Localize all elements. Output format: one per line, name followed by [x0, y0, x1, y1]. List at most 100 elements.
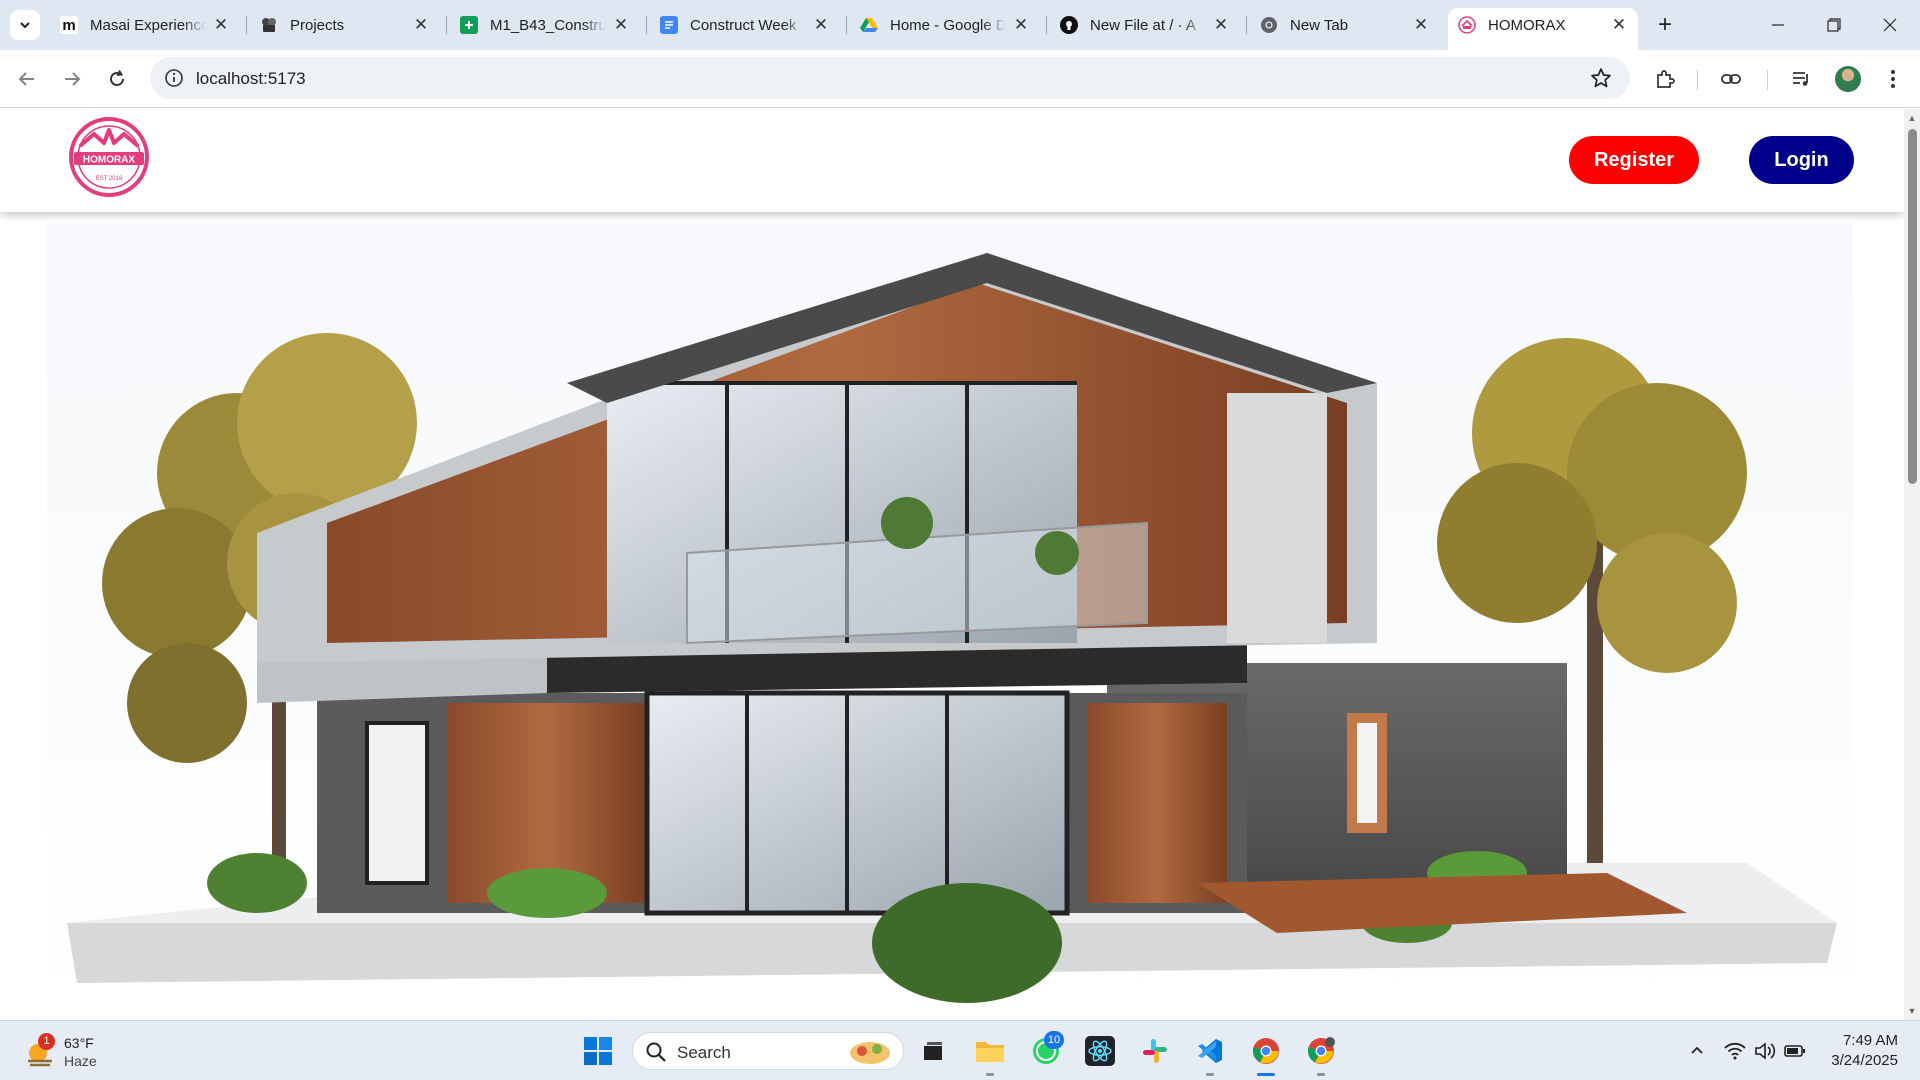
search-highlight-icon [850, 1042, 890, 1064]
tab-new-tab[interactable]: New Tab ✕ [1250, 8, 1440, 42]
tab-title: Projects [290, 16, 345, 34]
close-icon[interactable]: ✕ [812, 15, 830, 35]
forward-button[interactable] [57, 64, 87, 94]
tab-projects[interactable]: Projects ✕ [250, 8, 440, 42]
start-button[interactable] [582, 1035, 614, 1067]
weather-temp: 63°F [64, 1035, 94, 1051]
tab-search-button[interactable] [10, 10, 40, 40]
tab-title: Construct Week [690, 16, 797, 34]
media-queue-icon [1793, 72, 1808, 86]
extensions-button[interactable] [1652, 66, 1678, 92]
slack-icon [1143, 1039, 1167, 1063]
taskbar-search[interactable]: Search [632, 1032, 904, 1070]
tab-homorax[interactable]: HOMORAX ✕ [1448, 8, 1638, 50]
close-icon [1883, 18, 1897, 32]
hero-house-image [47, 223, 1853, 1020]
close-icon[interactable]: ✕ [412, 15, 430, 35]
task-indicator [1317, 1073, 1325, 1076]
link-icon [1721, 74, 1741, 84]
bookmark-star-icon[interactable] [1590, 67, 1612, 89]
close-icon[interactable]: ✕ [1212, 15, 1230, 35]
vscode-icon [1198, 1039, 1222, 1063]
volume-button[interactable] [1753, 1039, 1777, 1063]
reload-button[interactable] [102, 64, 132, 94]
close-window-button[interactable] [1866, 8, 1914, 42]
login-button[interactable]: Login [1749, 136, 1854, 184]
chrome-menu-button[interactable] [1880, 66, 1906, 92]
close-icon[interactable]: ✕ [1610, 15, 1628, 35]
google-drive-icon [860, 16, 878, 34]
task-indicator [986, 1073, 994, 1076]
minimize-icon [1772, 24, 1784, 26]
windows-taskbar: 1 63°F Haze Search 10 7:49 AM 3/24/2025 [0, 1020, 1920, 1080]
tab-separator [646, 16, 647, 34]
restore-icon [1827, 18, 1841, 32]
page-scrollbar[interactable]: ▲ ▼ [1904, 109, 1920, 1020]
battery-button[interactable] [1783, 1039, 1807, 1063]
whatsapp-badge: 10 [1044, 1031, 1064, 1049]
homorax-page: HOMORAX EST 2016 Register Login [0, 109, 1904, 1020]
search-icon [646, 1042, 666, 1062]
homorax-logo[interactable]: HOMORAX EST 2016 [60, 116, 158, 198]
new-tab-button[interactable]: + [1650, 10, 1680, 40]
reload-icon [110, 69, 124, 86]
chrome-profile-button[interactable] [1305, 1035, 1337, 1067]
search-label: Search [677, 1043, 731, 1062]
tab-title: New Tab [1290, 16, 1349, 34]
slack-button[interactable] [1139, 1035, 1171, 1067]
tab-github-new-file[interactable]: New File at / · A ✕ [1050, 8, 1240, 42]
site-info-icon[interactable] [164, 68, 184, 88]
file-explorer-button[interactable] [974, 1035, 1006, 1067]
show-hidden-icons-button[interactable] [1685, 1039, 1709, 1063]
puzzle-icon [1657, 70, 1675, 88]
scroll-thumb[interactable] [1908, 129, 1917, 484]
react-devtools-button[interactable] [1084, 1035, 1116, 1067]
media-control-button[interactable] [1788, 66, 1814, 92]
task-view-button[interactable] [917, 1035, 949, 1067]
minimize-button[interactable] [1754, 8, 1802, 42]
google-docs-icon [660, 16, 678, 34]
masai-m-icon: m [60, 16, 78, 34]
scroll-down-icon[interactable]: ▼ [1907, 1006, 1917, 1016]
close-icon[interactable]: ✕ [1412, 15, 1430, 35]
close-icon[interactable]: ✕ [212, 15, 230, 35]
tab-m1-b43[interactable]: M1_B43_Constru ✕ [450, 8, 640, 42]
close-icon[interactable]: ✕ [612, 15, 630, 35]
url-text[interactable]: localhost:5173 [196, 69, 306, 89]
vscode-button[interactable] [1194, 1035, 1226, 1067]
tab-title: M1_B43_Constru [490, 16, 606, 34]
browser-toolbar: localhost:5173 [0, 50, 1920, 108]
tab-title: HOMORAX [1488, 16, 1566, 34]
chrome-icon [1252, 1038, 1279, 1064]
weather-widget[interactable]: 1 63°F Haze [22, 1033, 132, 1073]
clock-date: 3/24/2025 [1831, 1052, 1898, 1069]
address-bar[interactable]: localhost:5173 [150, 57, 1630, 99]
restore-button[interactable] [1810, 8, 1858, 42]
projects-icon [260, 16, 278, 34]
react-icon [1085, 1036, 1115, 1066]
tab-masai[interactable]: m Masai Experience ✕ [50, 8, 240, 42]
weather-condition: Haze [64, 1053, 97, 1069]
weather-badge: 1 [38, 1033, 55, 1050]
site-navbar: HOMORAX EST 2016 Register Login [0, 109, 1904, 212]
system-clock[interactable]: 7:49 AM 3/24/2025 [1818, 1031, 1898, 1071]
browser-tab-strip: m Masai Experience ✕ Projects ✕ M1_B43_C… [0, 0, 1920, 50]
homorax-favicon [1458, 16, 1476, 34]
wifi-button[interactable] [1723, 1039, 1747, 1063]
chrome-button[interactable] [1250, 1035, 1282, 1067]
arrow-right-icon [65, 72, 81, 86]
back-button[interactable] [12, 64, 42, 94]
tab-title: New File at / · A [1090, 16, 1196, 34]
scroll-up-icon[interactable]: ▲ [1907, 113, 1917, 123]
task-view-icon [924, 1042, 942, 1060]
task-indicator-active [1257, 1073, 1275, 1076]
register-button[interactable]: Register [1569, 136, 1699, 184]
more-vertical-icon [1891, 70, 1895, 88]
tab-separator [246, 16, 247, 34]
tab-google-drive[interactable]: Home - Google D ✕ [850, 8, 1040, 42]
close-icon[interactable]: ✕ [1012, 15, 1030, 35]
profile-avatar[interactable] [1835, 66, 1861, 92]
task-indicator [1206, 1073, 1214, 1076]
link-button[interactable] [1718, 66, 1744, 92]
tab-construct-week[interactable]: Construct Week ✕ [650, 8, 840, 42]
